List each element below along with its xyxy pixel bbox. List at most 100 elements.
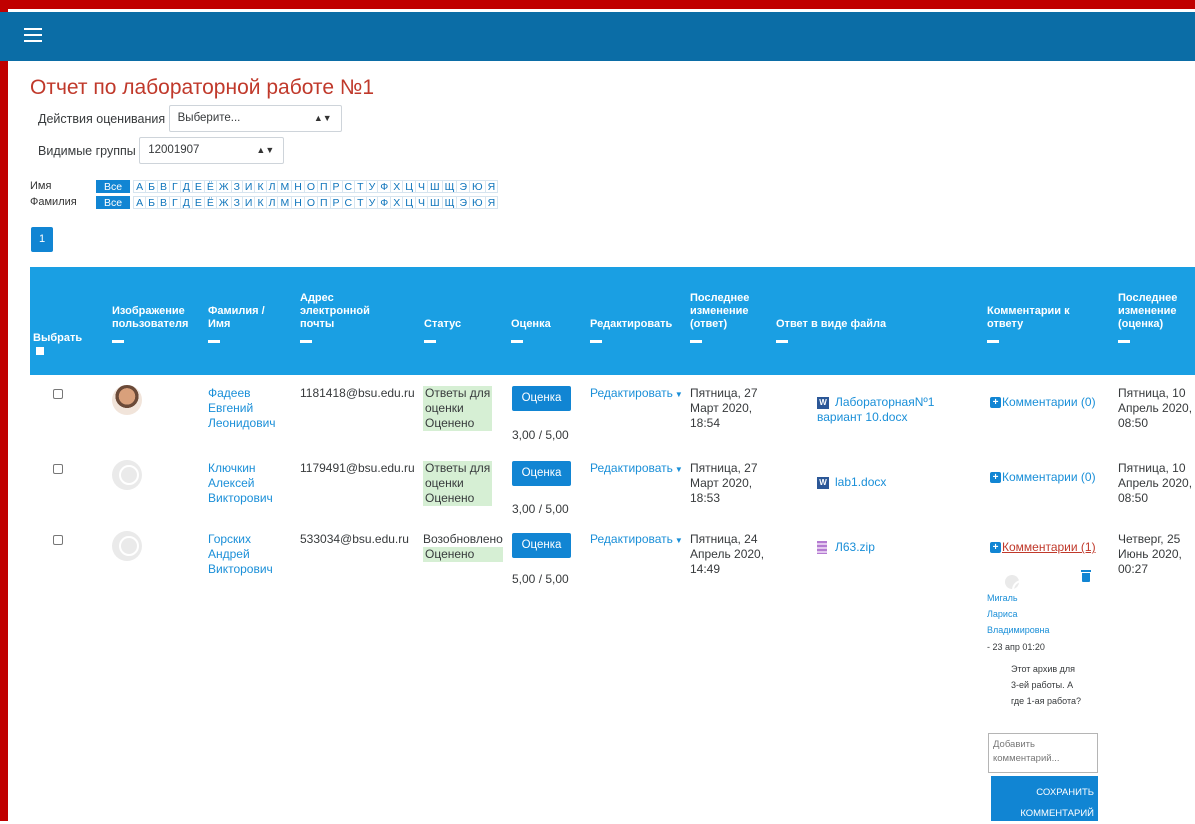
letter-filter[interactable]: О [304, 196, 318, 209]
user-avatar[interactable] [112, 460, 142, 490]
row-select-checkbox[interactable] [53, 389, 63, 399]
comments-link[interactable]: + Комментарии (0) [990, 395, 1096, 410]
letter-filter[interactable]: Б [146, 180, 158, 193]
save-comment-button[interactable]: СОХРАНИТЬ КОММЕНТАРИЙ [991, 776, 1098, 821]
letter-filter[interactable]: Л [266, 196, 279, 209]
letter-filter[interactable]: Н [292, 180, 305, 193]
delete-comment-icon[interactable] [1081, 570, 1091, 582]
edit-dropdown[interactable]: Редактировать ▼ [590, 386, 683, 402]
letter-filter[interactable]: Г [170, 196, 181, 209]
letter-filter[interactable]: Л [266, 180, 279, 193]
grade-button[interactable]: Оценка [512, 386, 571, 411]
student-name-link[interactable]: Ключкин Алексей Викторович [208, 461, 273, 506]
letter-filter[interactable]: Д [180, 196, 193, 209]
comment-author-link[interactable]: Мигаль Лариса Владимировна [987, 590, 1050, 638]
letter-filter[interactable]: К [255, 196, 267, 209]
letter-filter[interactable]: Ч [416, 196, 429, 209]
letter-filter[interactable]: Ё [204, 180, 217, 193]
grade-button[interactable]: Оценка [512, 461, 571, 486]
letter-filter[interactable]: Ч [416, 180, 429, 193]
add-comment-textarea[interactable]: Добавить комментарий... [988, 733, 1098, 773]
header-email[interactable]: Адрес электронной почты [300, 292, 380, 343]
collapse-icon[interactable] [112, 340, 124, 343]
student-name-link[interactable]: Фадеев Евгений Леонидович [208, 386, 276, 431]
grade-button[interactable]: Оценка [512, 533, 571, 558]
student-name-link[interactable]: Горских Андрей Викторович [208, 532, 273, 577]
submission-file-link[interactable]: Wlab1.docx [817, 475, 886, 490]
letter-filter[interactable]: Ю [470, 180, 486, 193]
letter-filter[interactable]: Э [457, 196, 471, 209]
letter-filter[interactable]: Я [485, 196, 499, 209]
collapse-icon[interactable] [424, 340, 436, 343]
header-last-modified-submission[interactable]: Последнее изменение (ответ) [690, 292, 762, 343]
letter-filter[interactable]: О [304, 180, 318, 193]
letter-filter[interactable]: С [342, 196, 356, 209]
letter-filter[interactable]: Т [355, 180, 367, 193]
letter-filter[interactable]: Ф [378, 196, 392, 209]
letter-filter[interactable]: Щ [442, 196, 458, 209]
letter-filter[interactable]: З [231, 180, 243, 193]
visible-groups-select[interactable]: 12001907 ▲▼ [139, 137, 285, 164]
header-user-picture[interactable]: Изображение пользователя [112, 305, 192, 343]
letter-filter[interactable]: Ц [403, 180, 417, 193]
row-select-checkbox[interactable] [53, 464, 63, 474]
submission-file-link[interactable]: W ЛабораторнаяNº1 вариант 10.docx [817, 395, 934, 425]
comments-link[interactable]: + Комментарии (0) [990, 470, 1096, 485]
letter-filter[interactable]: Э [457, 180, 471, 193]
row-select-checkbox[interactable] [53, 535, 63, 545]
letter-filter[interactable]: Ш [428, 180, 443, 193]
header-name[interactable]: Фамилия / Имя [208, 305, 278, 343]
letter-filter[interactable]: Ш [428, 196, 443, 209]
page-link-1[interactable]: 1 [31, 227, 53, 252]
letter-filter[interactable]: Х [391, 180, 404, 193]
letter-filter[interactable]: В [158, 180, 171, 193]
collapse-icon[interactable] [987, 340, 999, 343]
letter-filter[interactable]: А [133, 180, 147, 193]
letter-filter[interactable]: У [366, 196, 379, 209]
edit-dropdown[interactable]: Редактировать ▼ [590, 461, 683, 477]
header-file-submission[interactable]: Ответ в виде файла [776, 318, 886, 343]
user-avatar[interactable] [112, 385, 142, 415]
header-edit[interactable]: Редактировать [590, 318, 672, 343]
letter-filter[interactable]: А [133, 196, 147, 209]
letter-filter[interactable]: Ж [216, 180, 232, 193]
letter-filter[interactable]: М [278, 180, 293, 193]
collapse-icon[interactable] [776, 340, 788, 343]
collapse-icon[interactable] [300, 340, 312, 343]
letter-filter[interactable]: П [317, 196, 331, 209]
header-last-modified-grade[interactable]: Последнее изменение (оценка) [1118, 292, 1194, 343]
letter-filter[interactable]: И [242, 196, 256, 209]
letter-filter[interactable]: Х [391, 196, 404, 209]
letter-filter[interactable]: С [342, 180, 356, 193]
letter-filter[interactable]: Ф [378, 180, 392, 193]
edit-dropdown[interactable]: Редактировать ▼ [590, 532, 683, 548]
letter-filter-all[interactable]: Все [96, 196, 131, 209]
letter-filter[interactable]: Д [180, 180, 193, 193]
letter-filter[interactable]: Б [146, 196, 158, 209]
header-submission-comments[interactable]: Комментарии к ответу [987, 305, 1087, 343]
collapse-icon[interactable] [511, 340, 523, 343]
collapse-icon[interactable] [1118, 340, 1130, 343]
letter-filter[interactable]: Щ [442, 180, 458, 193]
letter-filter[interactable]: Н [292, 196, 305, 209]
letter-filter[interactable]: В [158, 196, 171, 209]
header-status[interactable]: Статус [424, 318, 461, 343]
grading-actions-select[interactable]: Выберите... ▲▼ [168, 105, 342, 132]
letter-filter[interactable]: Ц [403, 196, 417, 209]
letter-filter[interactable]: К [255, 180, 267, 193]
header-grade[interactable]: Оценка [511, 318, 551, 343]
letter-filter[interactable]: Р [330, 180, 343, 193]
comments-link[interactable]: + Комментарии (1) [990, 540, 1096, 555]
letter-filter-all[interactable]: Все [96, 180, 131, 193]
header-select[interactable]: Выбрать [33, 332, 82, 355]
menu-icon[interactable] [24, 28, 42, 42]
collapse-icon[interactable] [690, 340, 702, 343]
user-avatar[interactable] [112, 531, 142, 561]
letter-filter[interactable]: М [278, 196, 293, 209]
letter-filter[interactable]: И [242, 180, 256, 193]
letter-filter[interactable]: Ж [216, 196, 232, 209]
letter-filter[interactable]: Т [355, 196, 367, 209]
letter-filter[interactable]: З [231, 196, 243, 209]
collapse-icon[interactable] [208, 340, 220, 343]
letter-filter[interactable]: У [366, 180, 379, 193]
